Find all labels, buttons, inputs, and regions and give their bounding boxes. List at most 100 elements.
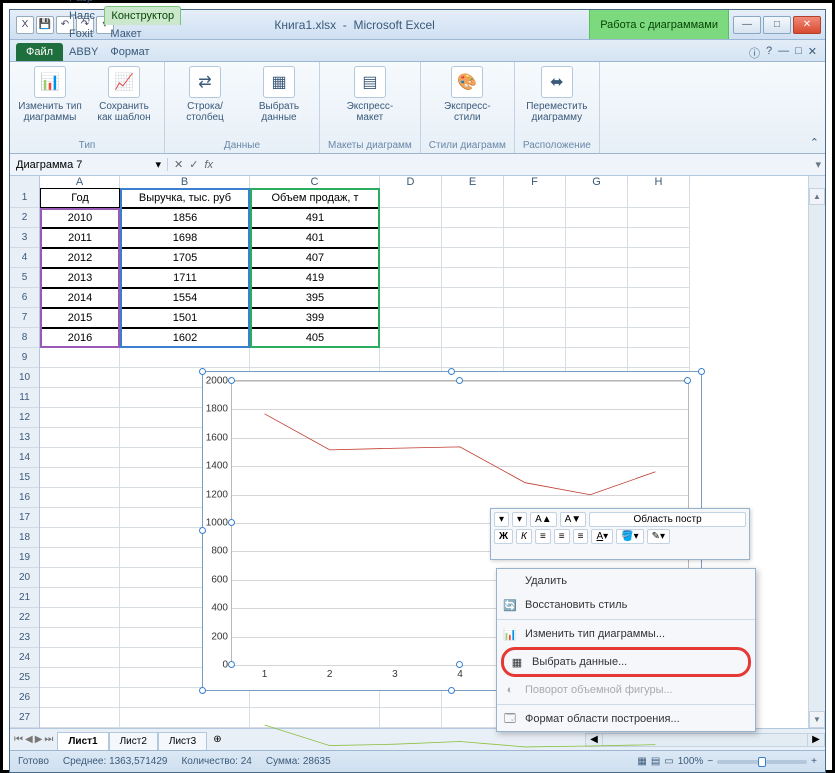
zoom-slider[interactable] <box>717 760 807 764</box>
cancel-formula-icon[interactable]: ✕ <box>174 158 183 171</box>
cell[interactable] <box>40 488 120 508</box>
row-header-12[interactable]: 12 <box>10 408 39 428</box>
mini-align-left-icon[interactable]: ≡ <box>535 529 551 544</box>
cell[interactable]: 405 <box>250 328 380 348</box>
col-header-F[interactable]: F <box>504 176 566 188</box>
row-header-2[interactable]: 2 <box>10 208 39 228</box>
cell[interactable] <box>628 308 690 328</box>
cell[interactable] <box>566 328 628 348</box>
mini-toolbar[interactable]: ▾ ▾ A▲ A▼ Область постр Ж К ≡ ≡ ≡ A▾ 🪣▾ <box>490 508 750 560</box>
cell[interactable]: 399 <box>250 308 380 328</box>
cell[interactable] <box>442 188 504 208</box>
mini-italic-icon[interactable]: К <box>516 529 532 544</box>
worksheet-grid[interactable]: ГодВыручка, тыс. рубОбъем продаж, т20101… <box>40 188 808 728</box>
row-header-5[interactable]: 5 <box>10 268 39 288</box>
cell[interactable]: 419 <box>250 268 380 288</box>
cell[interactable] <box>442 308 504 328</box>
ctx-restore-style[interactable]: 🔄Восстановить стиль <box>497 593 755 617</box>
row-header-6[interactable]: 6 <box>10 288 39 308</box>
cell[interactable] <box>566 308 628 328</box>
cell[interactable] <box>380 248 442 268</box>
cell[interactable] <box>628 268 690 288</box>
tab-nav-first-icon[interactable]: ⏮ <box>14 734 23 745</box>
cell[interactable] <box>504 348 566 368</box>
doc-max-icon[interactable]: □ <box>795 45 802 61</box>
cell[interactable] <box>380 188 442 208</box>
mini-grow-font-icon[interactable]: A▲ <box>530 512 557 527</box>
cell[interactable] <box>40 388 120 408</box>
cell[interactable] <box>40 468 120 488</box>
collapse-ribbon-icon[interactable]: ⌃ <box>804 132 825 153</box>
close-button[interactable]: ✕ <box>793 16 821 34</box>
cell[interactable] <box>628 328 690 348</box>
cell[interactable] <box>380 268 442 288</box>
cell[interactable]: Объем продаж, т <box>250 188 380 208</box>
cell[interactable] <box>120 688 250 708</box>
view-layout-icon[interactable]: ▤ <box>651 756 660 767</box>
minimize-button[interactable]: — <box>733 16 761 34</box>
cell[interactable] <box>380 328 442 348</box>
move-chart-button[interactable]: ⬌Переместить диаграмму <box>525 66 589 123</box>
cell[interactable] <box>120 348 250 368</box>
select-data-button[interactable]: ▦Выбрать данные <box>247 66 311 123</box>
cell[interactable]: 1698 <box>120 228 250 248</box>
cell[interactable] <box>504 208 566 228</box>
cell[interactable] <box>566 208 628 228</box>
cell[interactable]: 2012 <box>40 248 120 268</box>
tab-Разр[interactable]: Разр <box>63 0 104 7</box>
cell[interactable] <box>40 448 120 468</box>
maximize-button[interactable]: □ <box>763 16 791 34</box>
row-header-11[interactable]: 11 <box>10 388 39 408</box>
cell[interactable] <box>40 368 120 388</box>
tab-ABBY[interactable]: ABBY <box>63 43 104 61</box>
cell[interactable]: 1554 <box>120 288 250 308</box>
row-header-13[interactable]: 13 <box>10 428 39 448</box>
cell[interactable] <box>40 588 120 608</box>
cell[interactable] <box>380 288 442 308</box>
row-header-7[interactable]: 7 <box>10 308 39 328</box>
new-sheet-icon[interactable]: ⊕ <box>207 734 227 745</box>
row-header-19[interactable]: 19 <box>10 548 39 568</box>
file-tab[interactable]: Файл <box>16 43 63 61</box>
change-chart-type-button[interactable]: 📊Изменить тип диаграммы <box>18 66 82 123</box>
cell[interactable] <box>628 228 690 248</box>
cell[interactable]: 2011 <box>40 228 120 248</box>
cell[interactable] <box>442 228 504 248</box>
switch-row-column-button[interactable]: ⇄Строка/столбец <box>173 66 237 123</box>
tab-nav-last-icon[interactable]: ⏭ <box>44 734 53 745</box>
cell[interactable] <box>380 228 442 248</box>
cell[interactable]: 1501 <box>120 308 250 328</box>
cell[interactable] <box>504 228 566 248</box>
chart-series-line[interactable] <box>265 414 656 495</box>
row-header-4[interactable]: 4 <box>10 248 39 268</box>
cell[interactable]: 1705 <box>120 248 250 268</box>
cell[interactable] <box>442 248 504 268</box>
row-header-1[interactable]: 1 <box>10 188 39 208</box>
ctx-delete[interactable]: Удалить <box>497 569 755 593</box>
cell[interactable] <box>380 308 442 328</box>
tab-nav-next-icon[interactable]: ▶ <box>35 734 43 745</box>
col-header-C[interactable]: C <box>250 176 380 188</box>
cell[interactable]: 2013 <box>40 268 120 288</box>
cell[interactable] <box>628 188 690 208</box>
sheet-tab[interactable]: Лист1 <box>57 732 108 750</box>
col-header-B[interactable]: B <box>120 176 250 188</box>
row-header-3[interactable]: 3 <box>10 228 39 248</box>
cell[interactable]: 2014 <box>40 288 120 308</box>
cell[interactable]: 2010 <box>40 208 120 228</box>
zoom-in-icon[interactable]: + <box>811 756 817 767</box>
cell[interactable] <box>40 608 120 628</box>
row-header-18[interactable]: 18 <box>10 528 39 548</box>
cell[interactable]: 1602 <box>120 328 250 348</box>
mini-align-center-icon[interactable]: ≡ <box>554 529 570 544</box>
cell[interactable] <box>504 248 566 268</box>
help-icon[interactable]: ⓘ <box>749 45 760 61</box>
mini-shrink-font-icon[interactable]: A▼ <box>560 512 587 527</box>
row-header-9[interactable]: 9 <box>10 348 39 368</box>
cell[interactable] <box>566 248 628 268</box>
cell[interactable] <box>628 248 690 268</box>
col-header-H[interactable]: H <box>628 176 690 188</box>
tab-Надс[interactable]: Надс <box>63 7 104 25</box>
row-header-23[interactable]: 23 <box>10 628 39 648</box>
cell[interactable]: Выручка, тыс. руб <box>120 188 250 208</box>
